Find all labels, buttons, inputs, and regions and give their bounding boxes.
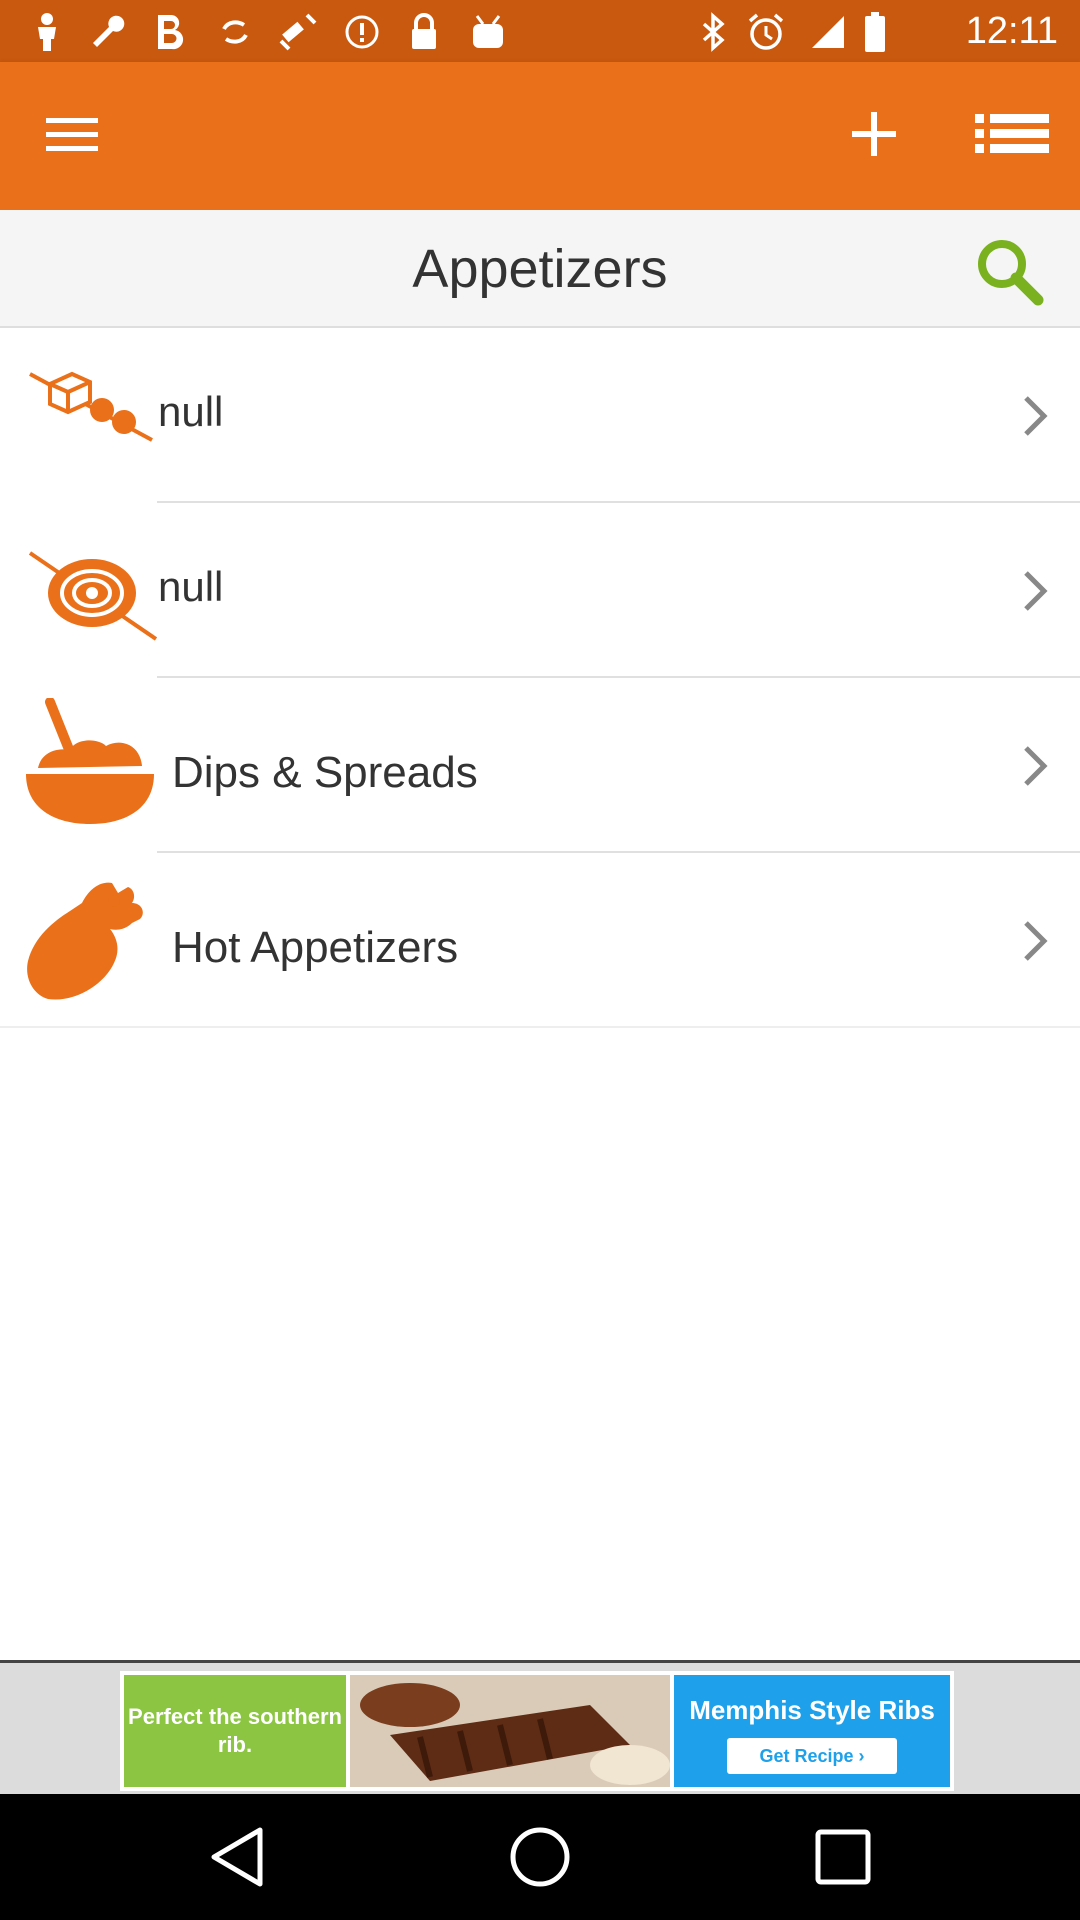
chevron-right-icon (1024, 396, 1048, 436)
ad-creative[interactable]: Perfect the southern rib. Memphis Style … (120, 1671, 954, 1791)
list-item-label: Hot Appetizers (172, 923, 459, 972)
chevron-right-icon (1024, 746, 1048, 786)
robot-icon (470, 12, 506, 52)
get-recipe-button[interactable]: Get Recipe › (727, 1738, 897, 1774)
ribs-photo (350, 1675, 670, 1787)
search-button[interactable] (970, 232, 1050, 312)
ad-cta-panel[interactable]: Memphis Style Ribs Get Recipe › (674, 1675, 950, 1787)
bluetooth-icon (696, 12, 730, 52)
ad-tagline: Perfect the southern rib. (124, 1675, 346, 1787)
app-bar (0, 62, 1080, 210)
bold-b-icon (152, 12, 188, 52)
wrench-icon (88, 12, 128, 52)
get-recipe-label: Get Recipe (759, 1746, 854, 1766)
category-header: Appetizers (0, 210, 1080, 328)
category-list: null null Dips & Spreads Hot Appetizers (0, 328, 1080, 1028)
list-item-label: null (158, 388, 224, 435)
fake-gps-icon (276, 12, 322, 52)
status-bar: 12:11 (0, 0, 1080, 62)
dip-bowl-icon (22, 697, 158, 830)
signal-icon (808, 12, 848, 52)
battery-icon (862, 12, 888, 52)
lock-icon (408, 12, 440, 52)
list-icon (975, 114, 1049, 153)
alert-icon (344, 12, 380, 52)
back-triangle-icon[interactable] (202, 1822, 272, 1892)
home-circle-icon[interactable] (505, 1822, 575, 1892)
list-item-label: Dips & Spreads (172, 748, 478, 797)
list-item[interactable]: null (0, 503, 1080, 678)
skewer-icon (22, 360, 158, 472)
status-time: 12:11 (965, 10, 1058, 52)
add-button[interactable] (836, 96, 912, 172)
plus-icon (852, 112, 896, 156)
chicken-leg-icon (22, 873, 158, 1003)
divider (0, 1026, 1080, 1028)
sync-icon (218, 12, 252, 52)
alarm-icon (746, 12, 786, 52)
hamburger-icon[interactable] (34, 100, 110, 170)
ad-banner[interactable]: Perfect the southern rib. Memphis Style … (0, 1660, 1080, 1797)
person-icon (30, 12, 64, 52)
list-view-button[interactable] (968, 96, 1056, 172)
recents-square-icon[interactable] (808, 1822, 878, 1892)
list-item[interactable]: Hot Appetizers (0, 853, 1080, 1028)
chevron-right-icon (1024, 921, 1048, 961)
search-icon (978, 240, 1044, 306)
ad-title: Memphis Style Ribs (689, 1695, 935, 1725)
list-item-label: null (158, 563, 224, 610)
nav-bar (0, 1794, 1080, 1920)
list-item[interactable]: null (0, 328, 1080, 503)
page-title: Appetizers (412, 239, 668, 299)
chevron-right-icon (1024, 571, 1048, 611)
list-item[interactable]: Dips & Spreads (0, 678, 1080, 853)
pinwheel-icon (22, 535, 158, 647)
